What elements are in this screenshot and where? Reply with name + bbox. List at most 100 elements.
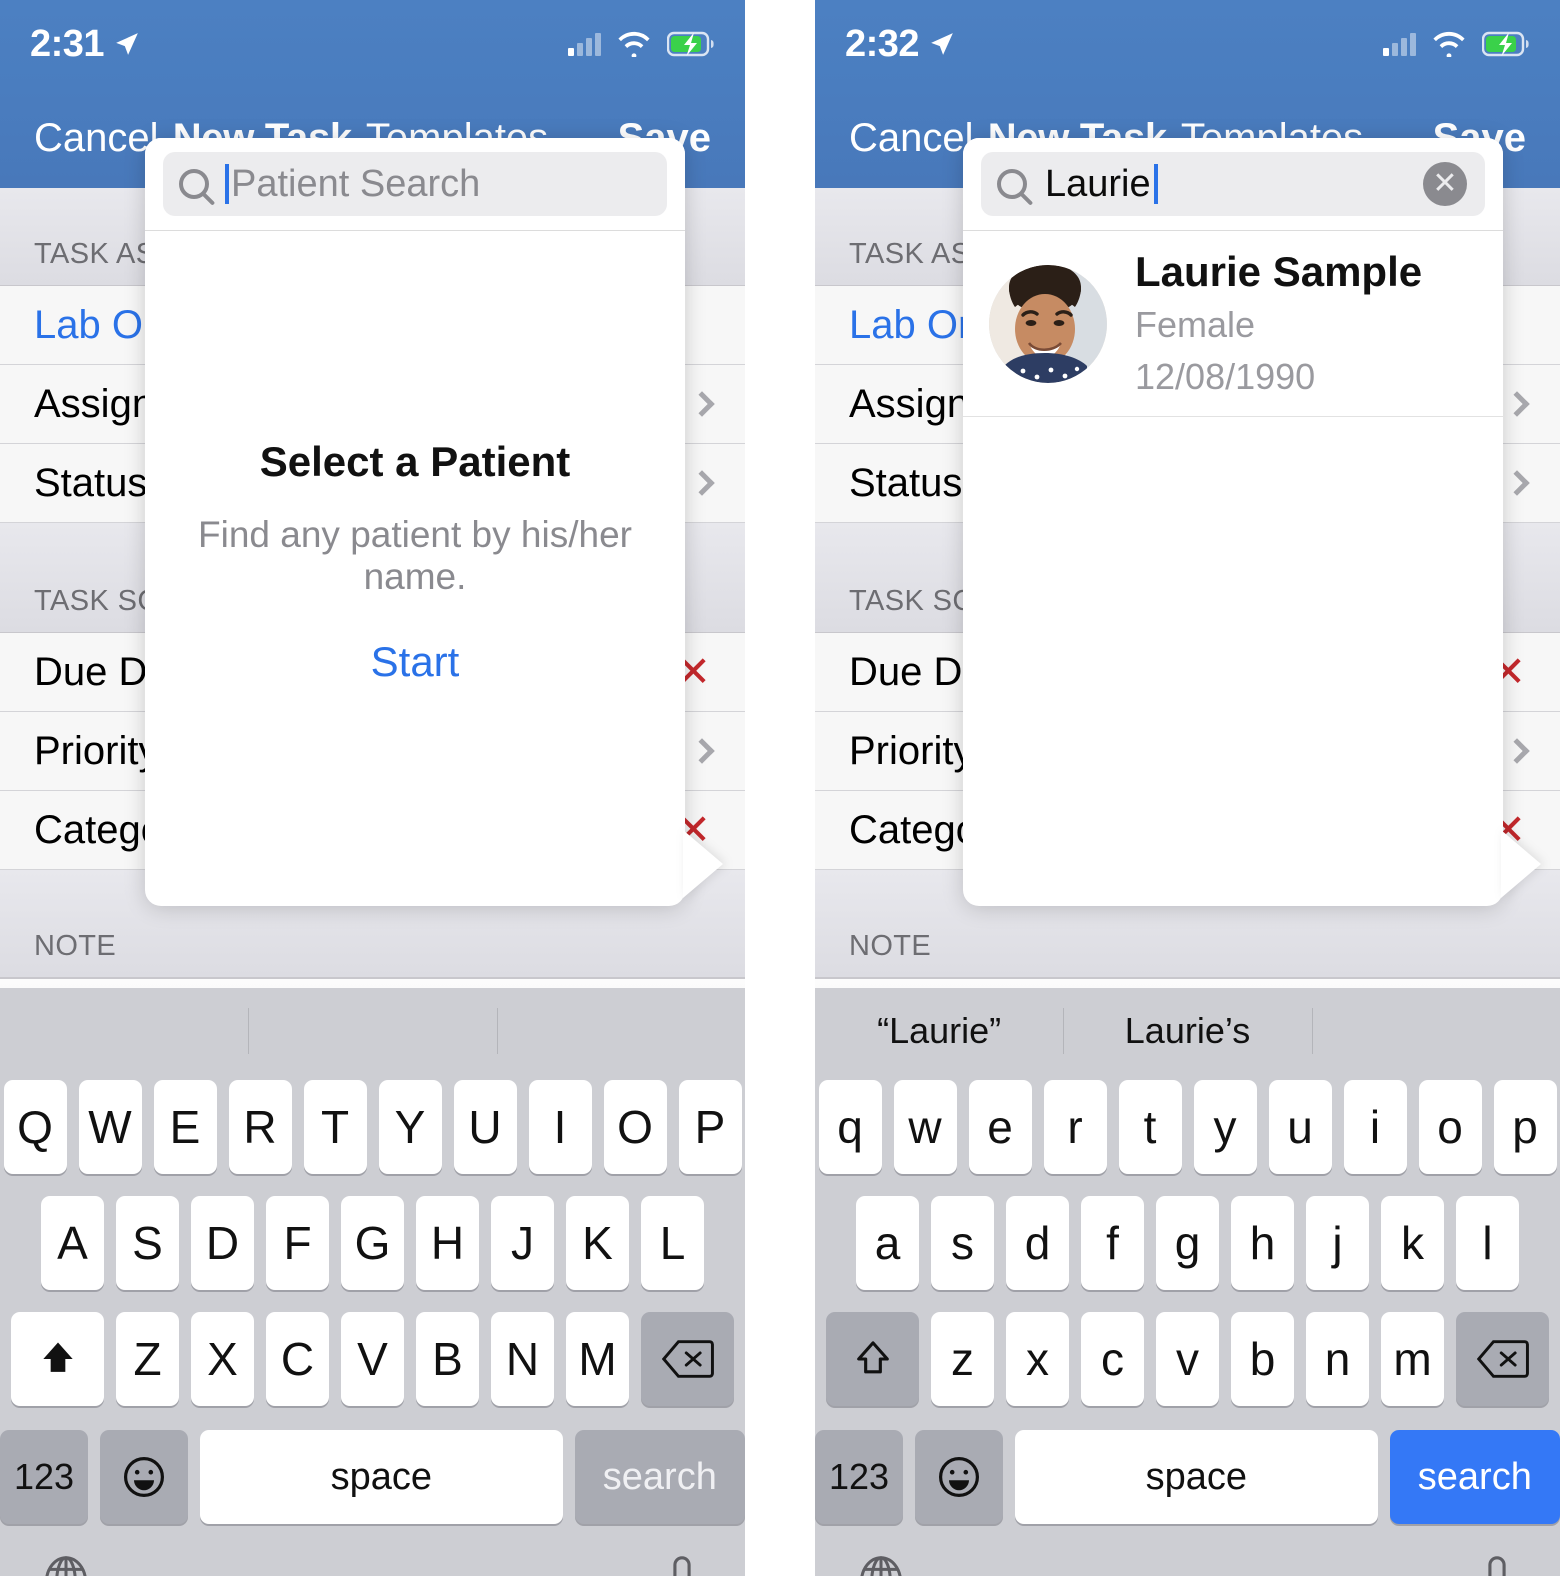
key-x[interactable]: X [191,1312,254,1406]
key-d[interactable]: D [191,1196,254,1290]
key-i[interactable]: i [1343,1080,1407,1174]
key-h[interactable]: h [1231,1196,1294,1290]
key-d[interactable]: d [1006,1196,1069,1290]
key-i[interactable]: I [528,1080,592,1174]
shift-key[interactable] [826,1312,919,1406]
space-key[interactable]: space [1015,1430,1378,1524]
key-x[interactable]: x [1006,1312,1069,1406]
key-g[interactable]: g [1156,1196,1219,1290]
numeric-key[interactable]: 123 [0,1430,89,1524]
key-j[interactable]: J [491,1196,554,1290]
suggestion-bar [0,988,745,1074]
suggestion-item[interactable]: “Laurie” [815,1010,1063,1052]
search-input[interactable]: Patient Search [163,152,667,216]
key-h[interactable]: H [416,1196,479,1290]
popover-tail [1501,830,1541,898]
key-a[interactable]: a [856,1196,919,1290]
keyboard-row-2: a s d f g h j k l [815,1196,1560,1290]
globe-key[interactable] [38,1552,94,1576]
key-r[interactable]: R [228,1080,292,1174]
key-e[interactable]: e [968,1080,1032,1174]
backspace-icon [1476,1340,1529,1378]
suggestion-bar: “Laurie” Laurie’s [815,988,1560,1074]
key-t[interactable]: t [1118,1080,1182,1174]
key-b[interactable]: b [1231,1312,1294,1406]
key-v[interactable]: v [1156,1312,1219,1406]
key-q[interactable]: q [818,1080,882,1174]
globe-icon [45,1556,87,1576]
suggestion-divider [1312,1008,1313,1054]
search-key[interactable]: search [574,1430,745,1524]
key-k[interactable]: k [1381,1196,1444,1290]
key-p[interactable]: p [1493,1080,1557,1174]
key-e[interactable]: E [153,1080,217,1174]
key-u[interactable]: U [453,1080,517,1174]
battery-charging-icon [667,31,714,57]
key-j[interactable]: j [1306,1196,1369,1290]
panel-gap [745,0,815,1576]
key-u[interactable]: u [1268,1080,1332,1174]
chevron-right-icon [689,470,715,496]
emoji-key[interactable] [915,1430,1004,1524]
suggestion-divider [1063,1008,1064,1054]
key-f[interactable]: f [1081,1196,1144,1290]
backspace-key[interactable] [1456,1312,1549,1406]
key-l[interactable]: l [1456,1196,1519,1290]
key-a[interactable]: A [41,1196,104,1290]
globe-key[interactable] [853,1552,909,1576]
wifi-icon [1433,31,1465,57]
key-m[interactable]: m [1381,1312,1444,1406]
key-c[interactable]: C [266,1312,329,1406]
key-q[interactable]: Q [3,1080,67,1174]
clear-search-button[interactable]: ✕ [1423,162,1467,206]
keyboard-row-3: z x c v b n m [815,1312,1560,1406]
form-row-label: Status [849,460,963,505]
keyboard-row-3: Z X C V B N M [0,1312,745,1406]
key-k[interactable]: K [566,1196,629,1290]
key-t[interactable]: T [303,1080,367,1174]
key-n[interactable]: n [1306,1312,1369,1406]
key-s[interactable]: s [931,1196,994,1290]
suggestion-divider [248,1008,249,1054]
shift-filled-icon [42,1342,73,1372]
key-z[interactable]: z [931,1312,994,1406]
key-c[interactable]: c [1081,1312,1144,1406]
dictation-key[interactable] [1472,1552,1522,1576]
search-input[interactable]: Laurie ✕ [981,152,1485,216]
key-o[interactable]: O [603,1080,667,1174]
backspace-key[interactable] [641,1312,734,1406]
numeric-key[interactable]: 123 [815,1430,904,1524]
key-s[interactable]: S [116,1196,179,1290]
key-f[interactable]: F [266,1196,329,1290]
search-icon [179,169,209,199]
shift-key[interactable] [11,1312,104,1406]
key-r[interactable]: r [1043,1080,1107,1174]
key-b[interactable]: B [416,1312,479,1406]
microphone-icon [1488,1556,1506,1576]
emoji-key[interactable] [100,1430,189,1524]
key-p[interactable]: P [678,1080,742,1174]
dictation-key[interactable] [657,1552,707,1576]
start-button[interactable]: Start [145,638,685,686]
space-key[interactable]: space [200,1430,563,1524]
key-z[interactable]: Z [116,1312,179,1406]
keyboard-row-1: q w e r t y u i o p [815,1080,1560,1174]
keyboard-row-2: A S D F G H J K L [0,1196,745,1290]
patient-gender: Female [1135,304,1256,346]
key-w[interactable]: W [78,1080,142,1174]
key-o[interactable]: o [1418,1080,1482,1174]
key-v[interactable]: V [341,1312,404,1406]
key-n[interactable]: N [491,1312,554,1406]
emoji-icon [124,1457,165,1497]
search-key[interactable]: search [1389,1430,1560,1524]
key-l[interactable]: L [641,1196,704,1290]
patient-result-row[interactable]: Laurie Sample Female 12/08/1990 [963,231,1503,418]
key-g[interactable]: G [341,1196,404,1290]
key-y[interactable]: y [1193,1080,1257,1174]
empty-state: Select a Patient Find any patient by his… [145,438,685,686]
globe-icon [860,1556,902,1576]
key-w[interactable]: w [893,1080,957,1174]
key-y[interactable]: Y [378,1080,442,1174]
key-m[interactable]: M [566,1312,629,1406]
suggestion-item[interactable]: Laurie’s [1063,1010,1311,1052]
